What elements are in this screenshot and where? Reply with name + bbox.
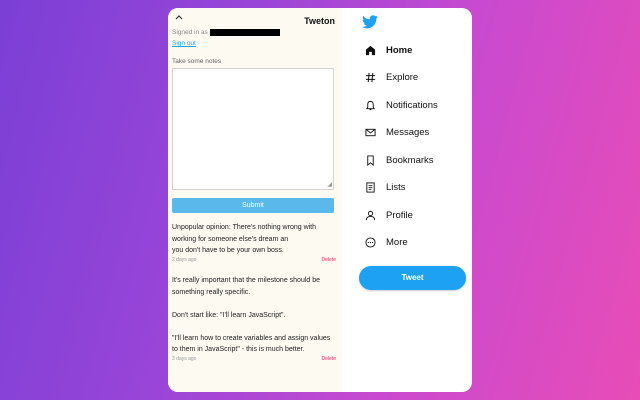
- panel-header: Tweton: [172, 8, 338, 30]
- note-text: Unpopular opinion: There's nothing wrong…: [172, 224, 317, 254]
- signed-in-status: Signed in as: [172, 29, 280, 36]
- nav-item-bookmarks[interactable]: Bookmarks: [364, 152, 434, 168]
- hashtag-icon: [364, 71, 376, 83]
- envelope-icon: [364, 126, 376, 138]
- nav-label: Home: [386, 44, 413, 56]
- tweet-button[interactable]: Tweet: [359, 266, 466, 290]
- nav-label: Profile: [386, 209, 413, 221]
- redacted-username: [209, 29, 280, 36]
- notes-panel: Tweton Signed in as Sign out Take some n…: [168, 8, 342, 392]
- bookmark-icon: [364, 154, 376, 166]
- delete-link[interactable]: Delete: [322, 257, 336, 264]
- note-item: It's really important that the milestone…: [172, 275, 336, 363]
- nav-label: Lists: [386, 181, 406, 193]
- home-icon: [364, 44, 376, 56]
- chevron-up-icon[interactable]: [175, 14, 183, 20]
- nav-label: Notifications: [386, 99, 438, 111]
- person-icon: [364, 209, 376, 221]
- note-item: Unpopular opinion: There's nothing wrong…: [172, 222, 336, 264]
- note-time: 2 days ago: [172, 256, 197, 263]
- nav-item-home[interactable]: Home: [364, 42, 412, 58]
- sign-out-link[interactable]: Sign out: [172, 40, 196, 47]
- more-icon: [364, 236, 376, 248]
- nav-label: Explore: [386, 71, 419, 83]
- nav-label: Messages: [386, 126, 430, 138]
- app-window: Tweton Signed in as Sign out Take some n…: [168, 8, 472, 392]
- signed-in-label: Signed in as: [172, 29, 208, 36]
- twitter-sidebar: Home Explore Notifications Messages Book…: [358, 8, 472, 392]
- nav-item-messages[interactable]: Messages: [364, 124, 429, 140]
- notes-label: Take some notes: [172, 58, 222, 65]
- twitter-logo-icon[interactable]: [362, 15, 378, 34]
- nav-item-more[interactable]: More: [364, 234, 408, 250]
- submit-button[interactable]: Submit: [172, 198, 334, 213]
- nav-item-profile[interactable]: Profile: [364, 207, 413, 223]
- list-icon: [364, 181, 376, 193]
- panel-title: Tweton: [304, 16, 335, 26]
- nav-item-explore[interactable]: Explore: [364, 69, 418, 85]
- delete-link[interactable]: Delete: [322, 356, 336, 363]
- bell-icon: [364, 99, 376, 111]
- notes-textarea[interactable]: ◢: [172, 68, 334, 190]
- note-time: 3 days ago: [172, 355, 197, 362]
- nav-label: More: [386, 236, 408, 248]
- nav-item-notifications[interactable]: Notifications: [364, 97, 438, 113]
- resize-handle-icon[interactable]: ◢: [327, 182, 332, 188]
- nav-item-lists[interactable]: Lists: [364, 179, 406, 195]
- nav-label: Bookmarks: [386, 154, 434, 166]
- note-text: It's really important that the milestone…: [172, 277, 331, 353]
